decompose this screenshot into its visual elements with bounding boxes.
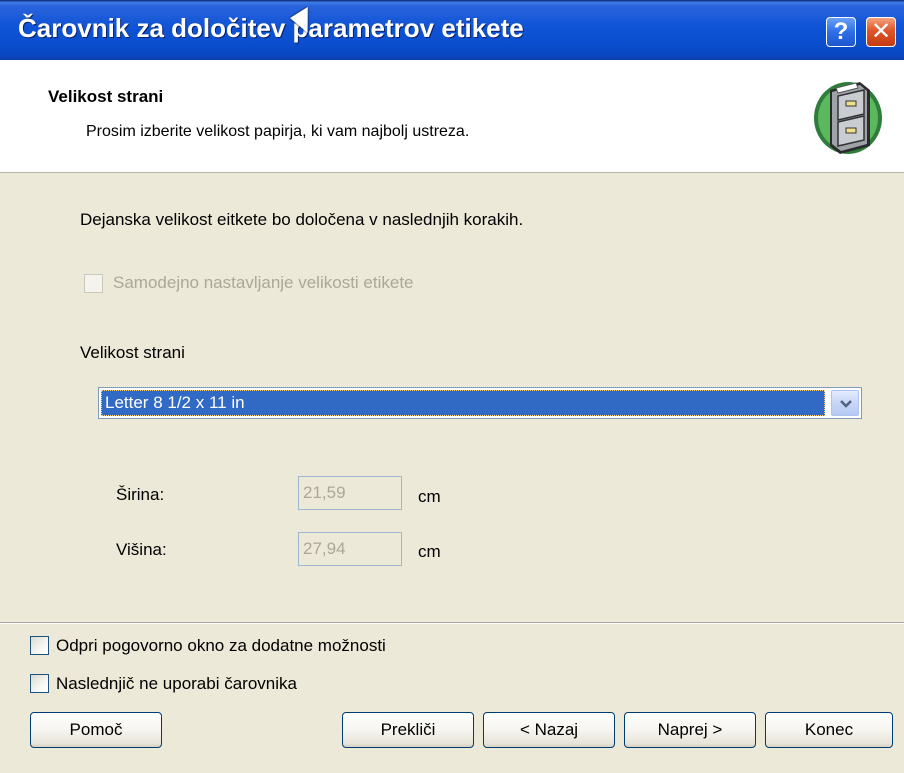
back-button[interactable]: < Nazaj xyxy=(483,712,615,748)
no-wizard-checkbox-label: Naslednjič ne uporabi čarovnika xyxy=(56,674,297,693)
height-label: Višina: xyxy=(116,540,167,559)
cancel-button[interactable]: Prekliči xyxy=(342,712,474,748)
close-button[interactable]: ✕ xyxy=(866,17,896,47)
no-wizard-checkbox[interactable] xyxy=(30,674,49,693)
next-button[interactable]: Naprej > xyxy=(624,712,756,748)
help-button[interactable]: Pomoč xyxy=(30,712,162,748)
auto-size-checkbox-label: Samodejno nastavljanje velikosti etikete xyxy=(113,273,414,292)
open-dialog-checkbox-label: Odpri pogovorno okno za dodatne možnosti xyxy=(56,636,386,655)
auto-size-checkbox[interactable] xyxy=(84,274,103,293)
width-label: Širina: xyxy=(116,485,165,504)
page-size-selected-value: Letter 8 1/2 x 11 in xyxy=(101,390,825,416)
height-unit: cm xyxy=(418,542,441,561)
width-field[interactable]: 21,59 xyxy=(298,476,402,510)
footer-divider xyxy=(0,622,904,624)
page-size-select[interactable]: Letter 8 1/2 x 11 in xyxy=(98,387,862,419)
window-title: Čarovnik za določitev parametrov etikete xyxy=(18,13,524,43)
file-cabinet-icon xyxy=(814,82,882,154)
title-bar[interactable]: Čarovnik za določitev parametrov etikete… xyxy=(0,0,904,61)
page-title: Velikost strani xyxy=(48,87,164,106)
help-title-button[interactable]: ? xyxy=(826,17,856,47)
wizard-header: Velikost strani Prosim izberite velikost… xyxy=(0,60,904,173)
width-unit: cm xyxy=(418,487,441,506)
open-dialog-checkbox[interactable] xyxy=(30,636,49,655)
finish-button[interactable]: Konec xyxy=(765,712,893,748)
chevron-down-icon[interactable] xyxy=(831,390,859,416)
info-text: Dejanska velikost eitkete bo določena v … xyxy=(80,210,524,229)
wizard-window: Čarovnik za določitev parametrov etikete… xyxy=(0,0,904,773)
height-field[interactable]: 27,94 xyxy=(298,532,402,566)
page-size-label: Velikost strani xyxy=(80,343,185,362)
page-subtitle: Prosim izberite velikost papirja, ki vam… xyxy=(86,123,470,140)
